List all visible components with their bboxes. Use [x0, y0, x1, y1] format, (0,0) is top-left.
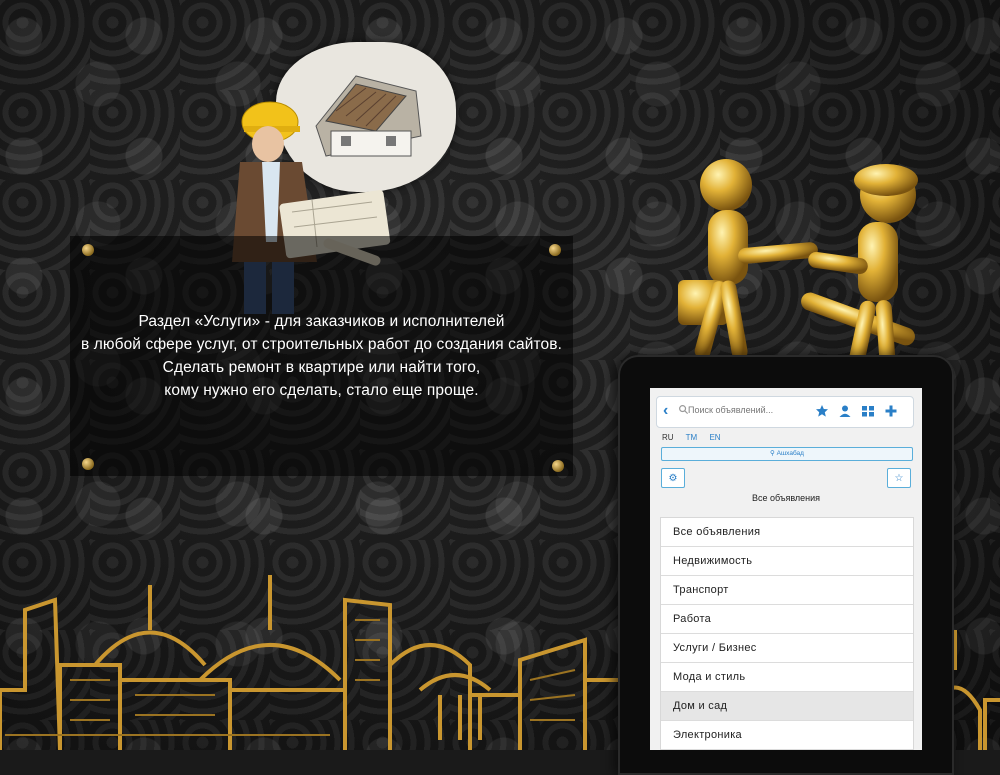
user-icon[interactable]	[838, 404, 852, 418]
screw-icon	[82, 244, 94, 256]
description-text: Раздел «Услуги» - для заказчиков и испол…	[70, 310, 573, 402]
description-line: кому нужно его сделать, стало еще проще.	[164, 382, 479, 399]
category-item[interactable]: Недвижимость	[661, 547, 913, 576]
star-icon[interactable]	[815, 404, 829, 418]
category-item[interactable]: Транспорт	[661, 576, 913, 605]
lang-en[interactable]: EN	[709, 433, 720, 442]
city-select-button[interactable]: ⚲ Ашхабад	[661, 447, 913, 461]
chevron-left-icon[interactable]: ‹	[663, 402, 668, 420]
category-list: Все объявления Недвижимость Транспорт Ра…	[660, 517, 914, 750]
settings-button[interactable]: ⚙	[661, 468, 685, 488]
lang-ru[interactable]: RU	[662, 433, 674, 442]
plus-icon[interactable]	[884, 404, 898, 418]
description-line: в любой сфере услуг, от строительных раб…	[81, 336, 562, 353]
lang-tm[interactable]: TM	[686, 433, 698, 442]
category-item[interactable]: Услуги / Бизнес	[661, 634, 913, 663]
category-item[interactable]: Работа	[661, 605, 913, 634]
screw-icon	[82, 458, 94, 470]
search-input[interactable]: Поиск объявлений...	[688, 405, 773, 415]
screw-icon	[549, 244, 561, 256]
city-label: Ашхабад	[776, 450, 804, 457]
gear-icon: ⚙	[668, 472, 678, 484]
star-outline-icon: ☆	[894, 472, 904, 484]
category-item[interactable]: Все объявления	[661, 518, 913, 547]
category-item[interactable]: Дом и сад	[661, 692, 913, 721]
description-panel: Раздел «Услуги» - для заказчиков и испол…	[70, 236, 573, 476]
search-bar: ‹ Поиск объявлений...	[656, 396, 914, 428]
description-line: Сделать ремонт в квартире или найти того…	[162, 359, 481, 376]
screw-icon	[552, 460, 564, 472]
current-section-label: Все объявления	[751, 493, 821, 503]
app-screen: ‹ Поиск объявлений... RU TM EN ⚲ Ашхабад…	[650, 388, 922, 750]
category-item[interactable]: Мода и стиль	[661, 663, 913, 692]
description-line: Раздел «Услуги» - для заказчиков и испол…	[138, 313, 505, 330]
map-pin-icon: ⚲	[770, 450, 775, 457]
category-item[interactable]: Электроника	[661, 721, 913, 750]
favorite-button[interactable]: ☆	[887, 468, 911, 488]
grid-icon[interactable]	[861, 404, 875, 418]
golden-handshake-figures	[678, 159, 918, 380]
language-switcher: RU TM EN	[662, 433, 731, 442]
